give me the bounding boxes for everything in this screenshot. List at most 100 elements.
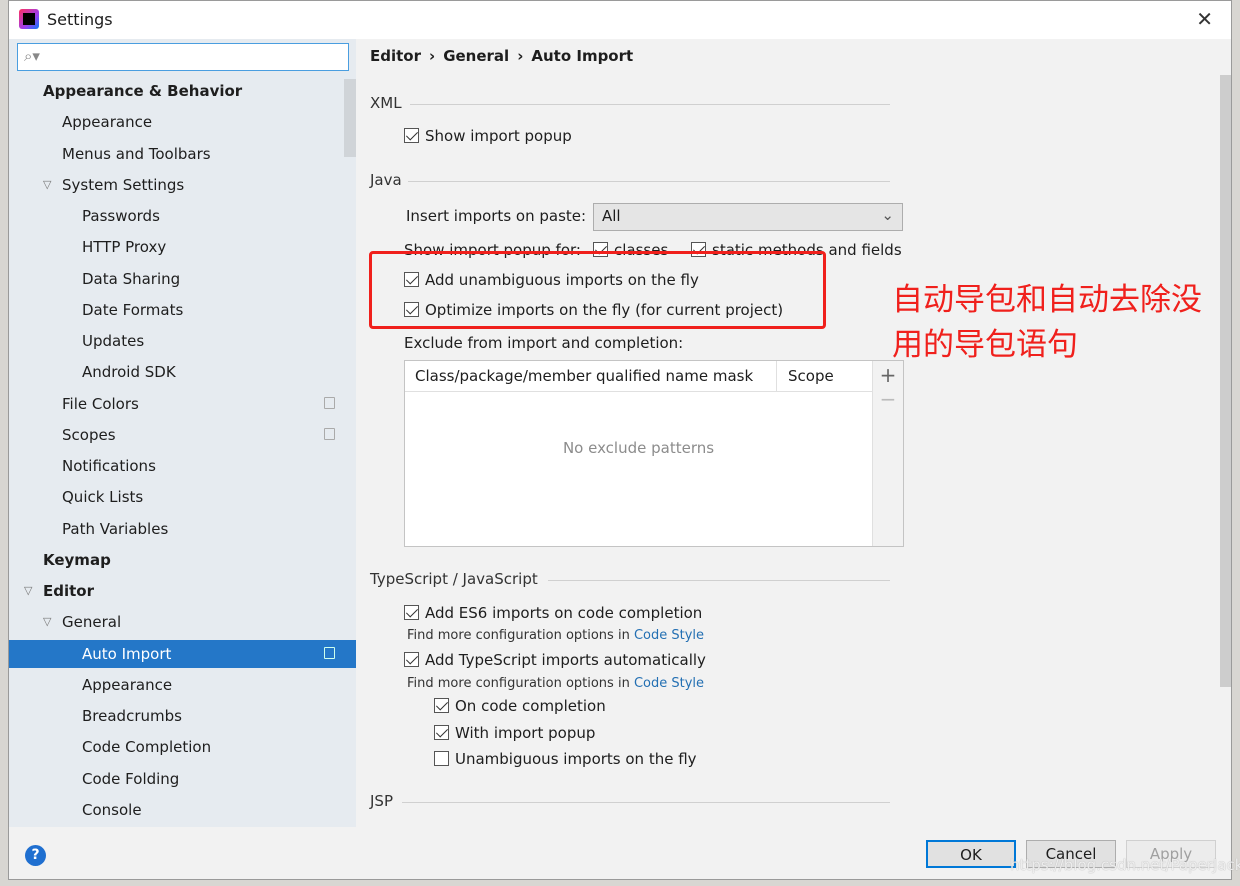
chevron-down-icon: ⌄: [881, 206, 894, 224]
annotation-text: 自动导包和自动去除没用的导包语句: [892, 282, 1202, 363]
chevron-down-icon[interactable]: ▽: [43, 171, 51, 199]
table-toolbar: + −: [872, 361, 903, 546]
es6-imports-checkbox[interactable]: Add ES6 imports on code completion: [404, 604, 702, 622]
sidebar-item-label: System Settings: [62, 175, 185, 194]
sidebar-item-code-completion[interactable]: Code Completion: [9, 733, 356, 761]
sidebar-item-label: Quick Lists: [62, 488, 144, 507]
sidebar-item-label: HTTP Proxy: [82, 238, 167, 257]
sidebar-item-label: Passwords: [82, 207, 160, 225]
project-scope-icon: [324, 427, 335, 440]
sidebar-item-label: Scopes: [62, 425, 116, 444]
sidebar-item-label: Date Formats: [82, 300, 184, 319]
ok-button[interactable]: OK: [926, 840, 1016, 868]
unambiguous-imports-ts-checkbox[interactable]: Unambiguous imports on the fly: [434, 750, 697, 768]
sidebar-item-label: Path Variables: [62, 519, 169, 538]
breadcrumb-separator: ›: [429, 47, 436, 65]
section-title: Java: [370, 171, 402, 189]
typescript-imports-checkbox[interactable]: Add TypeScript imports automatically: [404, 651, 706, 669]
sidebar-item-auto-import[interactable]: Auto Import: [9, 639, 356, 668]
breadcrumb-separator: ›: [517, 47, 524, 65]
sidebar-item-keymap[interactable]: Keymap: [9, 546, 356, 574]
exclude-label: Exclude from import and completion:: [404, 334, 684, 352]
code-style-link[interactable]: Code Style: [634, 628, 704, 643]
code-style-hint: Find more configuration options in Code …: [407, 628, 705, 643]
sidebar-item-label: Code Folding: [82, 769, 180, 788]
sidebar-item-console[interactable]: Console: [9, 796, 356, 824]
settings-sidebar: ⌕▾ Appearance & Behavior Appearance Menus …: [9, 39, 356, 827]
sidebar-item-system-settings[interactable]: ▽ System Settings: [9, 171, 356, 199]
chevron-down-icon[interactable]: ▽: [24, 577, 32, 605]
sidebar-item-label: Auto Import: [82, 644, 172, 663]
sidebar-item-android-sdk[interactable]: Android SDK: [9, 358, 356, 386]
section-java: Java: [370, 171, 890, 189]
sidebar-item-path-variables[interactable]: Path Variables: [9, 515, 356, 543]
project-scope-icon: [324, 396, 335, 409]
breadcrumb-auto-import: Auto Import: [531, 47, 634, 65]
sidebar-item-label: Updates: [82, 332, 145, 350]
sidebar-item-passwords[interactable]: Passwords: [9, 202, 356, 230]
search-input[interactable]: ⌕▾: [17, 43, 349, 71]
annotation-highlight-box: [369, 251, 826, 329]
sidebar-item-label: Code Completion: [82, 738, 212, 757]
sidebar-item-updates[interactable]: Updates: [9, 327, 356, 355]
sidebar-item-label: Notifications: [62, 457, 156, 475]
remove-icon[interactable]: −: [873, 387, 903, 411]
auto-import-panel: Editor › General › Auto Import XML Show impo…: [356, 39, 1231, 827]
show-import-popup-checkbox[interactable]: Show import popup: [404, 127, 572, 145]
settings-window: Settings ✕ ⌕▾ Appearance & Behavior Appea…: [8, 0, 1232, 880]
section-xml: XML: [370, 94, 890, 112]
empty-table-text: No exclude patterns: [562, 439, 715, 457]
sidebar-item-appearance[interactable]: Appearance: [9, 671, 356, 699]
sidebar-item-label: Android SDK: [82, 363, 176, 382]
sidebar-item-label: Menus and Toolbars: [62, 144, 211, 163]
column-header-mask[interactable]: Class/package/member qualified name mask: [415, 367, 753, 385]
sidebar-item-scopes[interactable]: Scopes: [9, 421, 356, 449]
section-jsp: JSP: [370, 792, 890, 810]
column-header-scope[interactable]: Scope: [776, 361, 845, 392]
sidebar-item-label: Console: [82, 800, 142, 819]
sidebar-item-quick-lists[interactable]: Quick Lists: [9, 483, 356, 511]
watermark: https://blog.csdn.net/PaperJack: [1010, 856, 1240, 874]
close-icon[interactable]: ✕: [1196, 7, 1213, 31]
help-icon[interactable]: ?: [25, 845, 46, 866]
sidebar-item-label: File Colors: [62, 394, 139, 413]
sidebar-item-editor[interactable]: ▽ Editor: [9, 577, 356, 605]
sidebar-item-menus-and-toolbars[interactable]: Menus and Toolbars: [9, 140, 356, 168]
sidebar-item-label: Appearance: [62, 113, 153, 132]
sidebar-item-data-sharing[interactable]: Data Sharing: [9, 265, 356, 293]
breadcrumb-editor[interactable]: Editor: [370, 47, 421, 65]
sidebar-item-file-colors[interactable]: File Colors: [9, 390, 356, 418]
sidebar-item-general[interactable]: ▽ General: [9, 608, 356, 636]
on-code-completion-checkbox[interactable]: On code completion: [434, 697, 606, 715]
sidebar-item-http-proxy[interactable]: HTTP Proxy: [9, 233, 356, 261]
sidebar-item-appearance[interactable]: Appearance: [9, 108, 356, 136]
sidebar-item-label: Data Sharing: [82, 269, 181, 288]
insert-imports-label: Insert imports on paste:: [406, 207, 587, 225]
sidebar-item-notifications[interactable]: Notifications: [9, 452, 356, 480]
sidebar-item-breadcrumbs[interactable]: Breadcrumbs: [9, 702, 356, 730]
main-scrollbar[interactable]: [1220, 75, 1231, 687]
code-style-link[interactable]: Code Style: [634, 676, 704, 691]
exclude-table: Class/package/member qualified name mask…: [404, 360, 904, 547]
breadcrumb-general[interactable]: General: [443, 47, 509, 65]
section-typescript: TypeScript / JavaScript: [370, 570, 890, 588]
with-import-popup-checkbox[interactable]: With import popup: [434, 724, 595, 742]
title-bar: Settings ✕: [9, 1, 1231, 39]
sidebar-item-date-formats[interactable]: Date Formats: [9, 296, 356, 324]
sidebar-item-label: Appearance & Behavior: [43, 82, 243, 100]
sidebar-item-appearance-behavior[interactable]: Appearance & Behavior: [9, 77, 356, 105]
chevron-down-icon[interactable]: ▽: [43, 608, 51, 636]
sidebar-item-code-folding[interactable]: Code Folding: [9, 765, 356, 793]
code-style-hint: Find more configuration options in Code …: [407, 676, 705, 691]
breadcrumb: Editor › General › Auto Import: [370, 47, 641, 65]
sidebar-item-label: Appearance: [82, 675, 173, 694]
section-title: JSP: [370, 792, 393, 810]
section-title: TypeScript / JavaScript: [370, 570, 538, 588]
sidebar-item-label: General: [62, 613, 122, 632]
sidebar-item-label: Breadcrumbs: [82, 707, 182, 725]
intellij-logo-icon: [19, 9, 39, 29]
insert-imports-select[interactable]: All ⌄: [593, 203, 903, 231]
project-scope-icon: [324, 646, 335, 659]
window-title: Settings: [47, 10, 113, 29]
section-title: XML: [370, 94, 402, 112]
